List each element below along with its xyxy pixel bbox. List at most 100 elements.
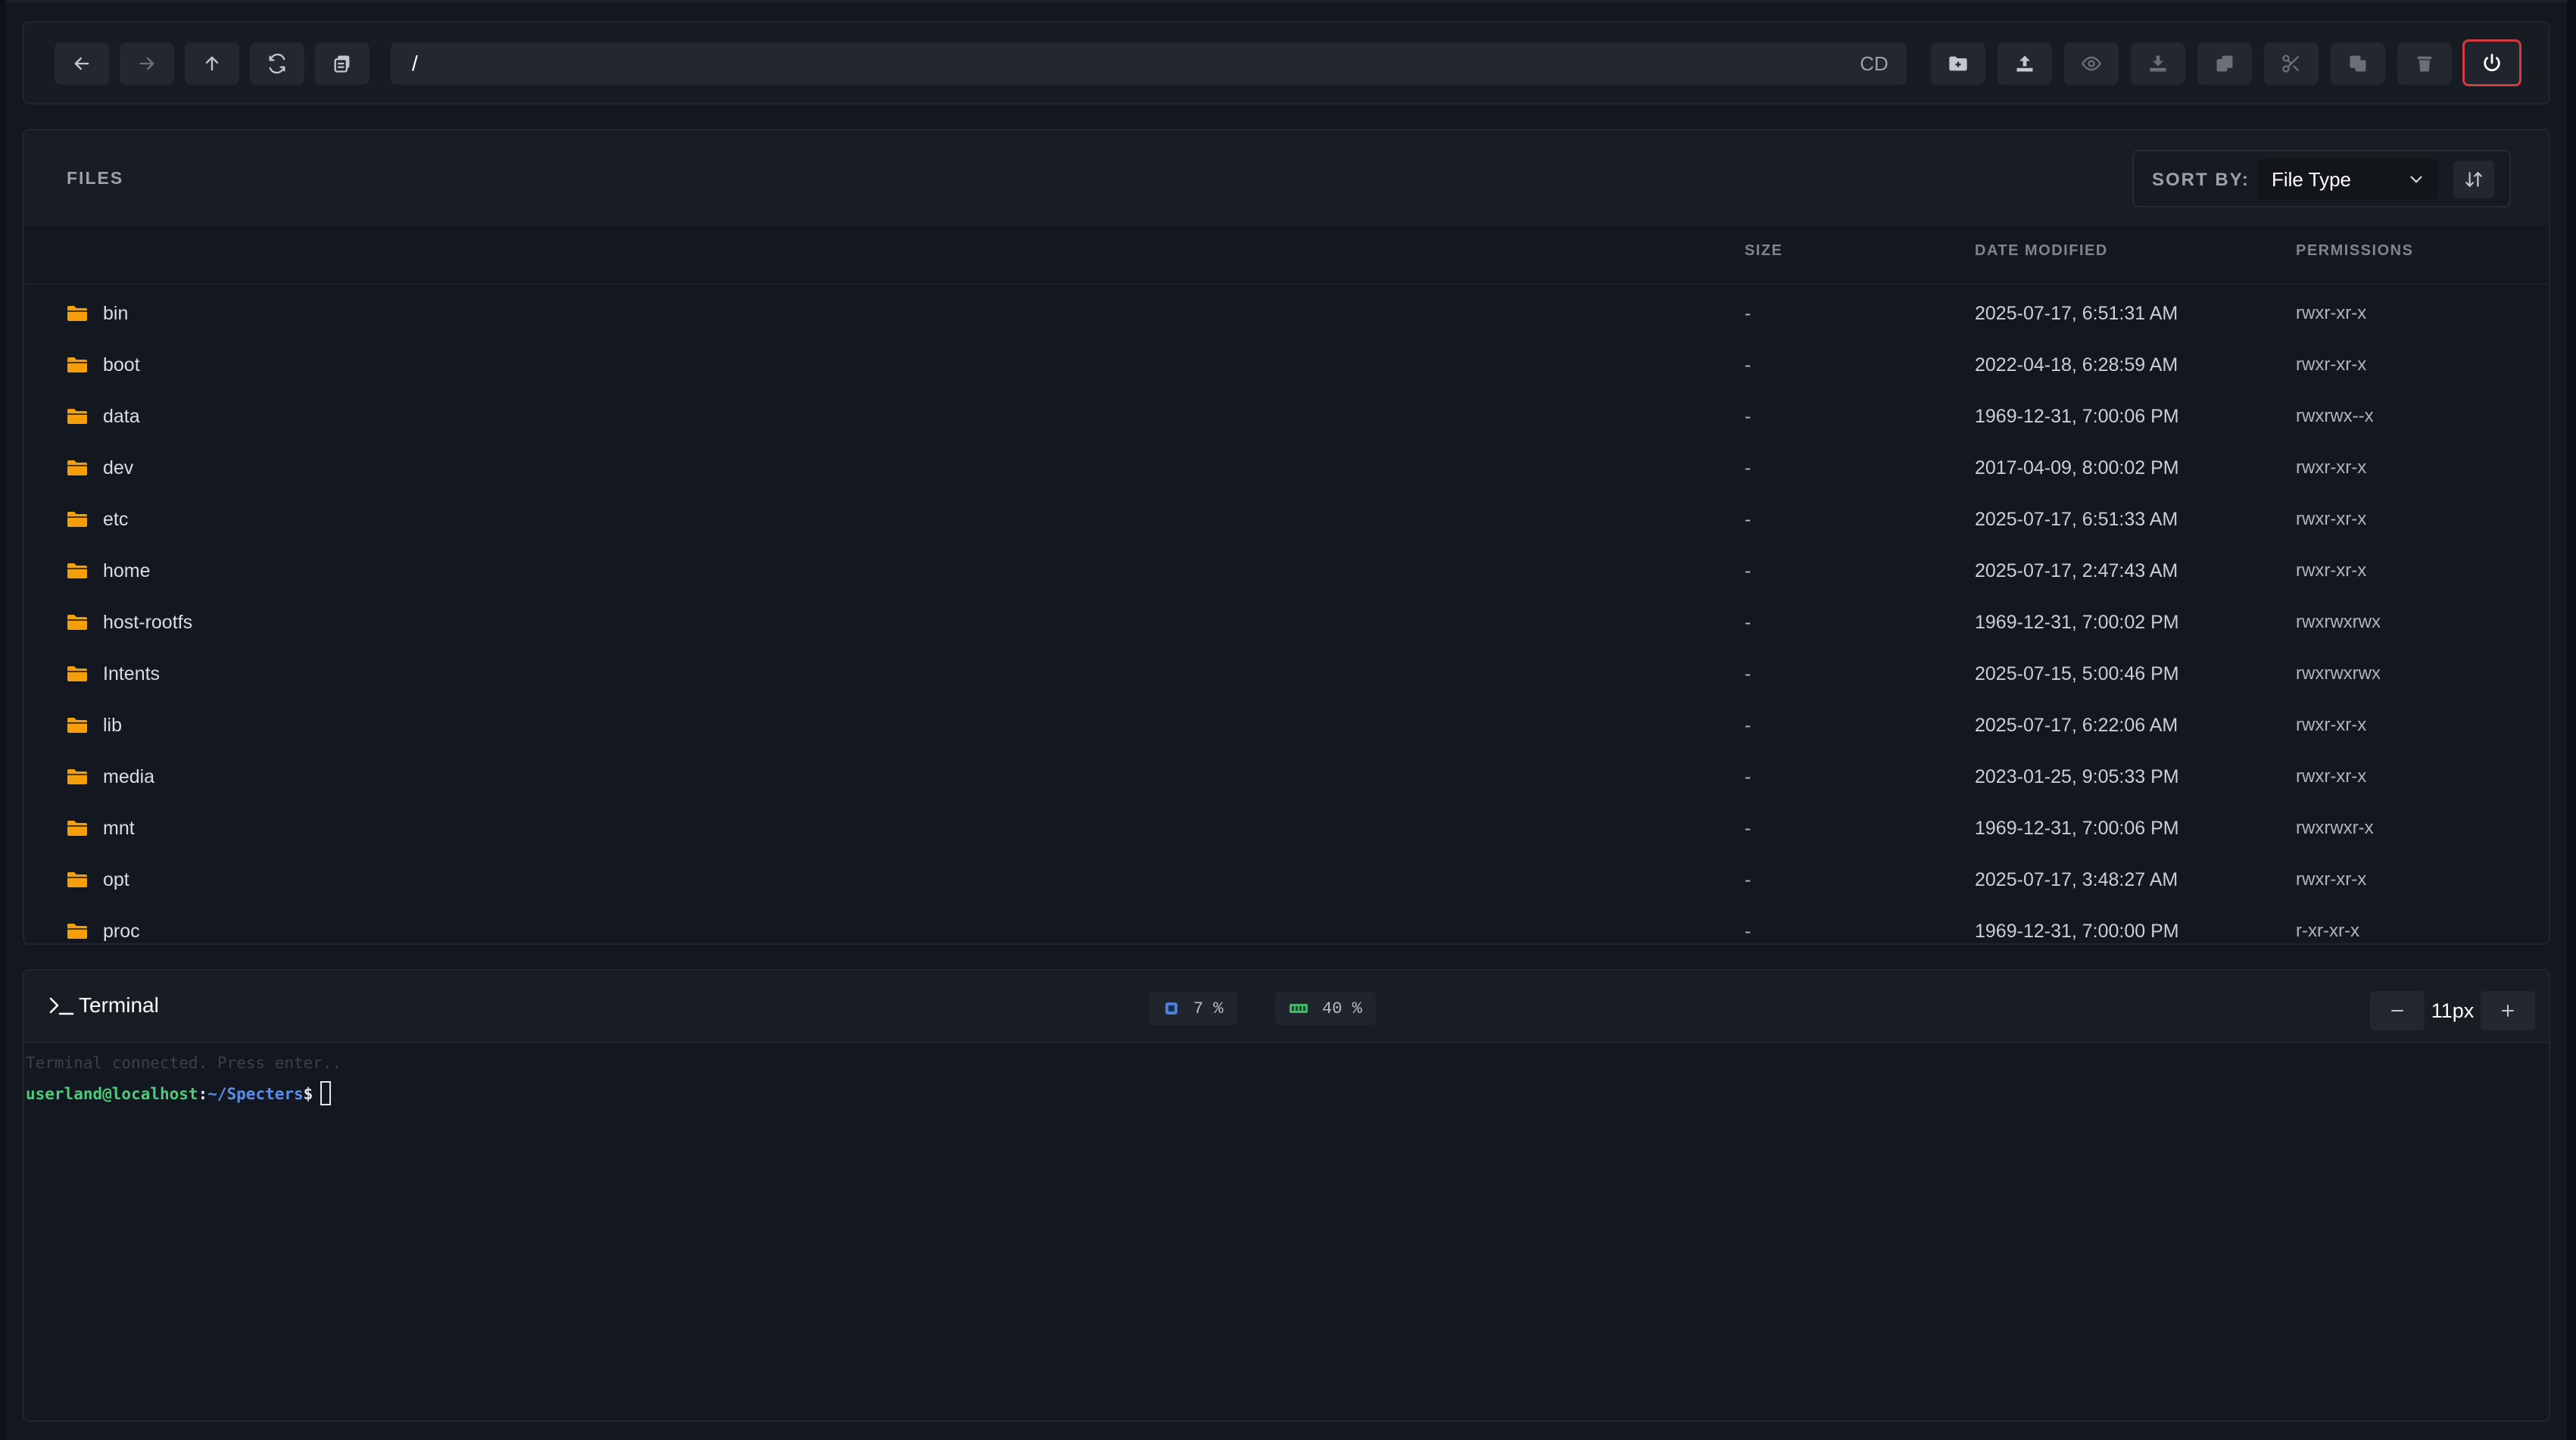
file-permissions: rwxr-xr-x: [2296, 766, 2367, 787]
download-button[interactable]: [2131, 42, 2185, 85]
duplicate-icon: [2350, 55, 2366, 72]
file-permissions: rwxrwxrwx: [2296, 663, 2381, 684]
table-row[interactable]: media - 2023-01-25, 9:05:33 PM rwxr-xr-x: [24, 751, 2549, 803]
folder-icon: [67, 821, 87, 836]
file-size: -: [1745, 663, 1751, 684]
sort-select[interactable]: File Type: [2258, 159, 2438, 200]
file-permissions: rwxr-xr-x: [2296, 303, 2367, 323]
refresh-icon: [269, 53, 285, 74]
copy-path-icon: [334, 55, 350, 73]
terminal-prompt: userland@localhost:~/Specters$: [26, 1081, 332, 1105]
file-date: 2025-07-17, 6:51:33 AM: [1975, 509, 2178, 530]
file-list: bin - 2025-07-17, 6:51:31 AM rwxr-xr-x b…: [24, 288, 2549, 943]
prompt-user: userland@localhost: [26, 1085, 198, 1103]
file-name: host-rootfs: [103, 612, 193, 633]
file-permissions: rwxr-xr-x: [2296, 715, 2367, 735]
path-input[interactable]: [391, 42, 1854, 85]
paste-button[interactable]: [2197, 42, 2252, 85]
arrow-up-icon: [205, 56, 219, 71]
folder-icon: [67, 357, 87, 372]
column-date-modified[interactable]: DATE MODIFIED: [1975, 242, 2108, 260]
copy-button[interactable]: [2331, 42, 2385, 85]
disconnect-button[interactable]: [2462, 39, 2521, 86]
copy-path-button[interactable]: [315, 42, 370, 85]
table-row[interactable]: opt - 2025-07-17, 3:48:27 AM rwxr-xr-x: [24, 854, 2549, 905]
window-left-border: [0, 0, 6, 1440]
plus-icon: [2502, 1005, 2514, 1017]
increase-font-button[interactable]: [2481, 991, 2535, 1030]
upload-button[interactable]: [1997, 42, 2052, 85]
file-name: dev: [103, 457, 134, 478]
file-name: home: [103, 560, 151, 581]
file-size: -: [1745, 818, 1751, 839]
terminal-title-text: Terminal: [79, 993, 159, 1017]
files-panel: FILES SORT BY: File Type SIZE DATE MODIF…: [23, 129, 2550, 945]
cut-button[interactable]: [2264, 42, 2319, 85]
file-permissions: rwxr-xr-x: [2296, 457, 2367, 478]
memory-usage: 40 %: [1275, 992, 1376, 1025]
file-name: bin: [103, 303, 129, 324]
table-row[interactable]: data - 1969-12-31, 7:00:06 PM rwxrwx--x: [24, 391, 2549, 442]
cpu-usage-value: 7 %: [1193, 999, 1224, 1018]
table-row[interactable]: home - 2025-07-17, 2:47:43 AM rwxr-xr-x: [24, 545, 2549, 597]
terminal-output[interactable]: Terminal connected. Press enter.. userla…: [24, 1046, 2549, 1417]
font-size-control: 11px: [2370, 990, 2535, 1031]
toolbar: CD: [23, 21, 2550, 104]
file-name: opt: [103, 869, 129, 890]
folder-icon: [67, 924, 87, 939]
table-row[interactable]: host-rootfs - 1969-12-31, 7:00:02 PM rwx…: [24, 597, 2549, 648]
file-size: -: [1745, 303, 1751, 324]
terminal-title: Terminal: [48, 993, 159, 1018]
preview-button[interactable]: [2064, 42, 2119, 85]
refresh-button[interactable]: [250, 42, 304, 85]
file-name: lib: [103, 715, 123, 736]
cpu-usage: 7 %: [1149, 992, 1237, 1025]
forward-button[interactable]: [120, 42, 174, 85]
sort-order-icon: [2465, 171, 2482, 188]
folder-icon: [67, 306, 87, 321]
power-icon: [2484, 54, 2500, 72]
table-row[interactable]: dev - 2017-04-09, 8:00:02 PM rwxr-xr-x: [24, 442, 2549, 494]
parent-directory-button[interactable]: [185, 42, 239, 85]
terminal-status-line: Terminal connected. Press enter..: [26, 1054, 342, 1072]
file-permissions: rwxrwxr-x: [2296, 818, 2374, 838]
arrow-right-icon: [139, 57, 154, 70]
cd-button[interactable]: CD: [1842, 42, 1907, 85]
terminal-icon: [49, 997, 74, 1015]
file-date: 2017-04-09, 8:00:02 PM: [1975, 457, 2179, 478]
table-row[interactable]: bin - 2025-07-17, 6:51:31 AM rwxr-xr-x: [24, 288, 2549, 339]
table-row[interactable]: etc - 2025-07-17, 6:51:33 AM rwxr-xr-x: [24, 494, 2549, 545]
file-date: 1969-12-31, 7:00:06 PM: [1975, 818, 2179, 839]
decrease-font-button[interactable]: [2370, 991, 2425, 1030]
sort-order-button[interactable]: [2453, 161, 2494, 198]
file-permissions: rwxr-xr-x: [2296, 509, 2367, 529]
prompt-dollar: $: [303, 1085, 313, 1103]
back-button[interactable]: [55, 42, 109, 85]
column-permissions[interactable]: PERMISSIONS: [2296, 242, 2413, 260]
file-permissions: rwxrwx--x: [2296, 406, 2374, 426]
table-row[interactable]: Intents - 2025-07-15, 5:00:46 PM rwxrwxr…: [24, 648, 2549, 700]
file-name: proc: [103, 921, 140, 942]
table-row[interactable]: lib - 2025-07-17, 6:22:06 AM rwxr-xr-x: [24, 700, 2549, 751]
file-table-header: SIZE DATE MODIFIED PERMISSIONS: [24, 242, 2549, 285]
file-date: 2025-07-17, 2:47:43 AM: [1975, 560, 2178, 581]
window-top-border: [0, 0, 2576, 3]
file-size: -: [1745, 354, 1751, 376]
file-date: 1969-12-31, 7:00:06 PM: [1975, 406, 2179, 427]
file-size: -: [1745, 766, 1751, 787]
folder-icon: [67, 512, 87, 527]
table-row[interactable]: proc - 1969-12-31, 7:00:00 PM r-xr-xr-x: [24, 905, 2549, 943]
file-name: media: [103, 766, 155, 787]
file-date: 1969-12-31, 7:00:02 PM: [1975, 612, 2179, 633]
folder-icon: [67, 615, 87, 630]
font-size-value: 11px: [2431, 999, 2475, 1022]
table-row[interactable]: boot - 2022-04-18, 6:28:59 AM rwxr-xr-x: [24, 339, 2549, 391]
file-date: 2025-07-17, 6:51:31 AM: [1975, 303, 2178, 324]
file-date: 2025-07-17, 6:22:06 AM: [1975, 715, 2178, 736]
new-folder-button[interactable]: [1931, 42, 1985, 85]
column-size[interactable]: SIZE: [1745, 242, 1782, 260]
terminal-header: Terminal 7 % 40 % 11px: [24, 971, 2549, 1043]
delete-button[interactable]: [2397, 42, 2452, 85]
table-row[interactable]: mnt - 1969-12-31, 7:00:06 PM rwxrwxr-x: [24, 803, 2549, 854]
folder-icon: [67, 409, 87, 424]
